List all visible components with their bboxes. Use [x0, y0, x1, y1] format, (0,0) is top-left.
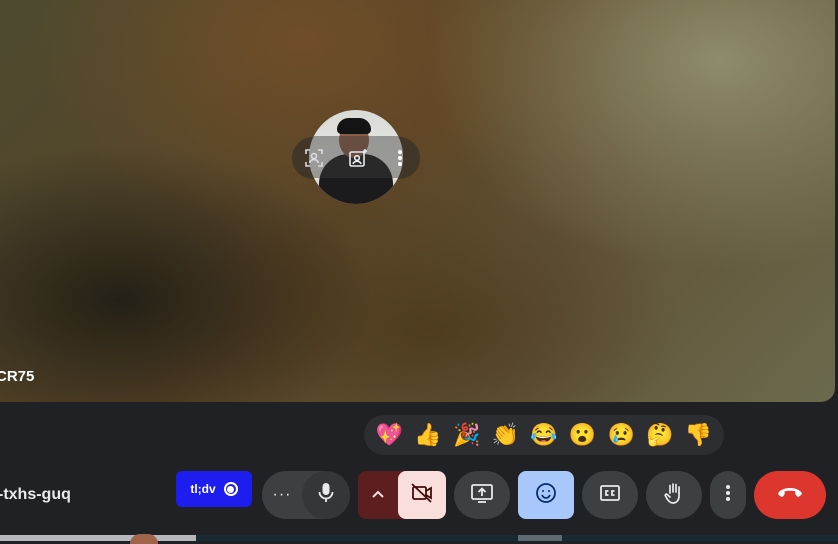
more-vert-icon — [390, 148, 410, 168]
camera-options-button[interactable] — [358, 471, 398, 519]
call-end-icon — [777, 486, 803, 505]
filmstrip-participant — [130, 534, 158, 544]
reaction-bar: 💖 👍 🎉 👏 😂 😮 😢 🤔 👎 — [364, 415, 724, 455]
reaction-thumbs-down[interactable]: 👎 — [681, 417, 717, 453]
reaction-thinking[interactable]: 🤔 — [642, 417, 678, 453]
frame-person-icon — [304, 148, 324, 168]
filmstrip-indicator — [518, 535, 562, 541]
microphone-icon — [316, 482, 336, 509]
chevron-up-icon — [371, 486, 385, 504]
reaction-party-popper[interactable]: 🎉 — [449, 417, 485, 453]
raise-hand-icon — [663, 481, 685, 510]
clapping-hands-emoji: 👏 — [491, 422, 519, 447]
raise-hand-button[interactable] — [646, 471, 702, 519]
tldv-label: tl;dv — [190, 482, 216, 496]
closed-caption-icon — [599, 484, 621, 507]
meeting-code: -txhs-guq — [0, 486, 71, 503]
reaction-crying[interactable]: 😢 — [603, 417, 639, 453]
captions-button[interactable] — [582, 471, 638, 519]
camera-control-group — [358, 471, 446, 519]
more-vert-icon — [725, 483, 731, 508]
reaction-clapping-hands[interactable]: 👏 — [487, 417, 523, 453]
thumbs-up-emoji: 👍 — [414, 422, 442, 447]
tears-of-joy-emoji: 😂 — [530, 422, 558, 447]
visual-effects-icon — [348, 148, 368, 168]
participant-name: CR75 — [0, 368, 35, 385]
more-horiz-icon: ··· — [272, 486, 292, 503]
crying-emoji: 😢 — [607, 422, 635, 447]
camera-off-button[interactable] — [398, 471, 446, 519]
party-popper-emoji: 🎉 — [452, 422, 481, 447]
more-options-button[interactable] — [710, 471, 746, 519]
mic-control-group: ··· — [262, 471, 350, 519]
filmstrip-thumbnail[interactable] — [0, 535, 196, 541]
record-icon — [223, 482, 238, 496]
leave-call-button[interactable] — [754, 471, 826, 519]
sparkling-heart-emoji: 💖 — [375, 422, 404, 447]
surprised-emoji: 😮 — [568, 422, 597, 447]
reaction-sparkling-heart[interactable]: 💖 — [371, 417, 407, 453]
thinking-emoji: 🤔 — [646, 422, 674, 447]
reaction-thumbs-up[interactable]: 👍 — [410, 417, 446, 453]
reaction-tears-of-joy[interactable]: 😂 — [526, 417, 562, 453]
reaction-surprised[interactable]: 😮 — [565, 417, 601, 453]
microphone-button[interactable] — [302, 471, 350, 519]
audio-settings-button[interactable]: ··· — [262, 471, 302, 519]
present-to-all-icon — [470, 483, 494, 508]
smiley-face-icon — [535, 482, 557, 509]
videocam-off-icon — [410, 482, 434, 509]
tile-more-options-button[interactable] — [386, 144, 414, 172]
present-screen-button[interactable] — [454, 471, 510, 519]
main-video-tile[interactable]: CR75 — [0, 0, 835, 402]
thumbs-down-emoji: 👎 — [684, 422, 713, 447]
visual-effects-button[interactable] — [344, 144, 372, 172]
send-reaction-button[interactable] — [518, 471, 574, 519]
frame-person-button[interactable] — [300, 144, 328, 172]
tldv-record-button[interactable]: tl;dv — [176, 471, 252, 507]
